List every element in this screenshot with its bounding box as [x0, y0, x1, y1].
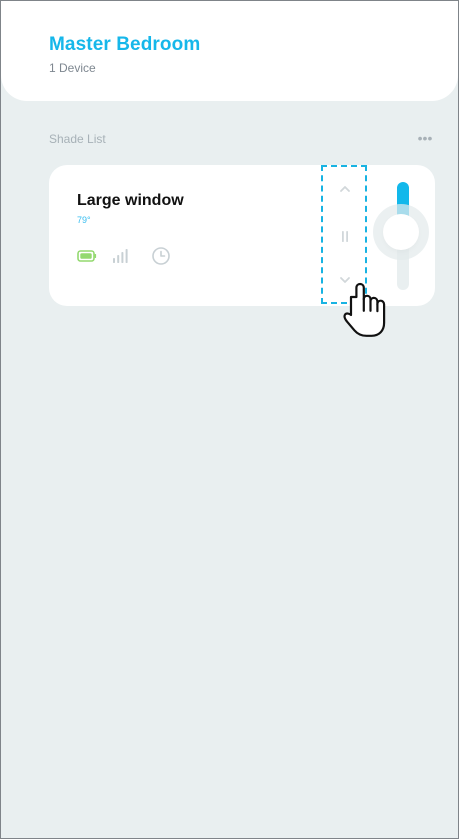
battery-icon	[77, 250, 97, 262]
pause-icon	[342, 231, 348, 242]
shade-list-label: Shade List	[49, 132, 106, 146]
clock-icon	[152, 247, 170, 265]
shade-up-button[interactable]	[333, 177, 357, 201]
more-horizontal-icon[interactable]: •••	[413, 130, 437, 146]
room-title: Master Bedroom	[49, 34, 201, 55]
chevron-up-icon	[340, 186, 350, 192]
shade-temperature: 79°	[77, 215, 91, 225]
shade-name: Large window	[77, 192, 184, 209]
shade-pause-button[interactable]	[333, 225, 357, 249]
room-header: Master Bedroom 1 Device	[1, 1, 458, 101]
signal-icon	[113, 249, 128, 263]
slider-knob[interactable]	[383, 214, 419, 250]
device-count: 1 Device	[49, 61, 96, 75]
hand-cursor-icon	[343, 282, 386, 337]
app-screen: Master Bedroom 1 Device Shade List ••• L…	[0, 0, 459, 839]
